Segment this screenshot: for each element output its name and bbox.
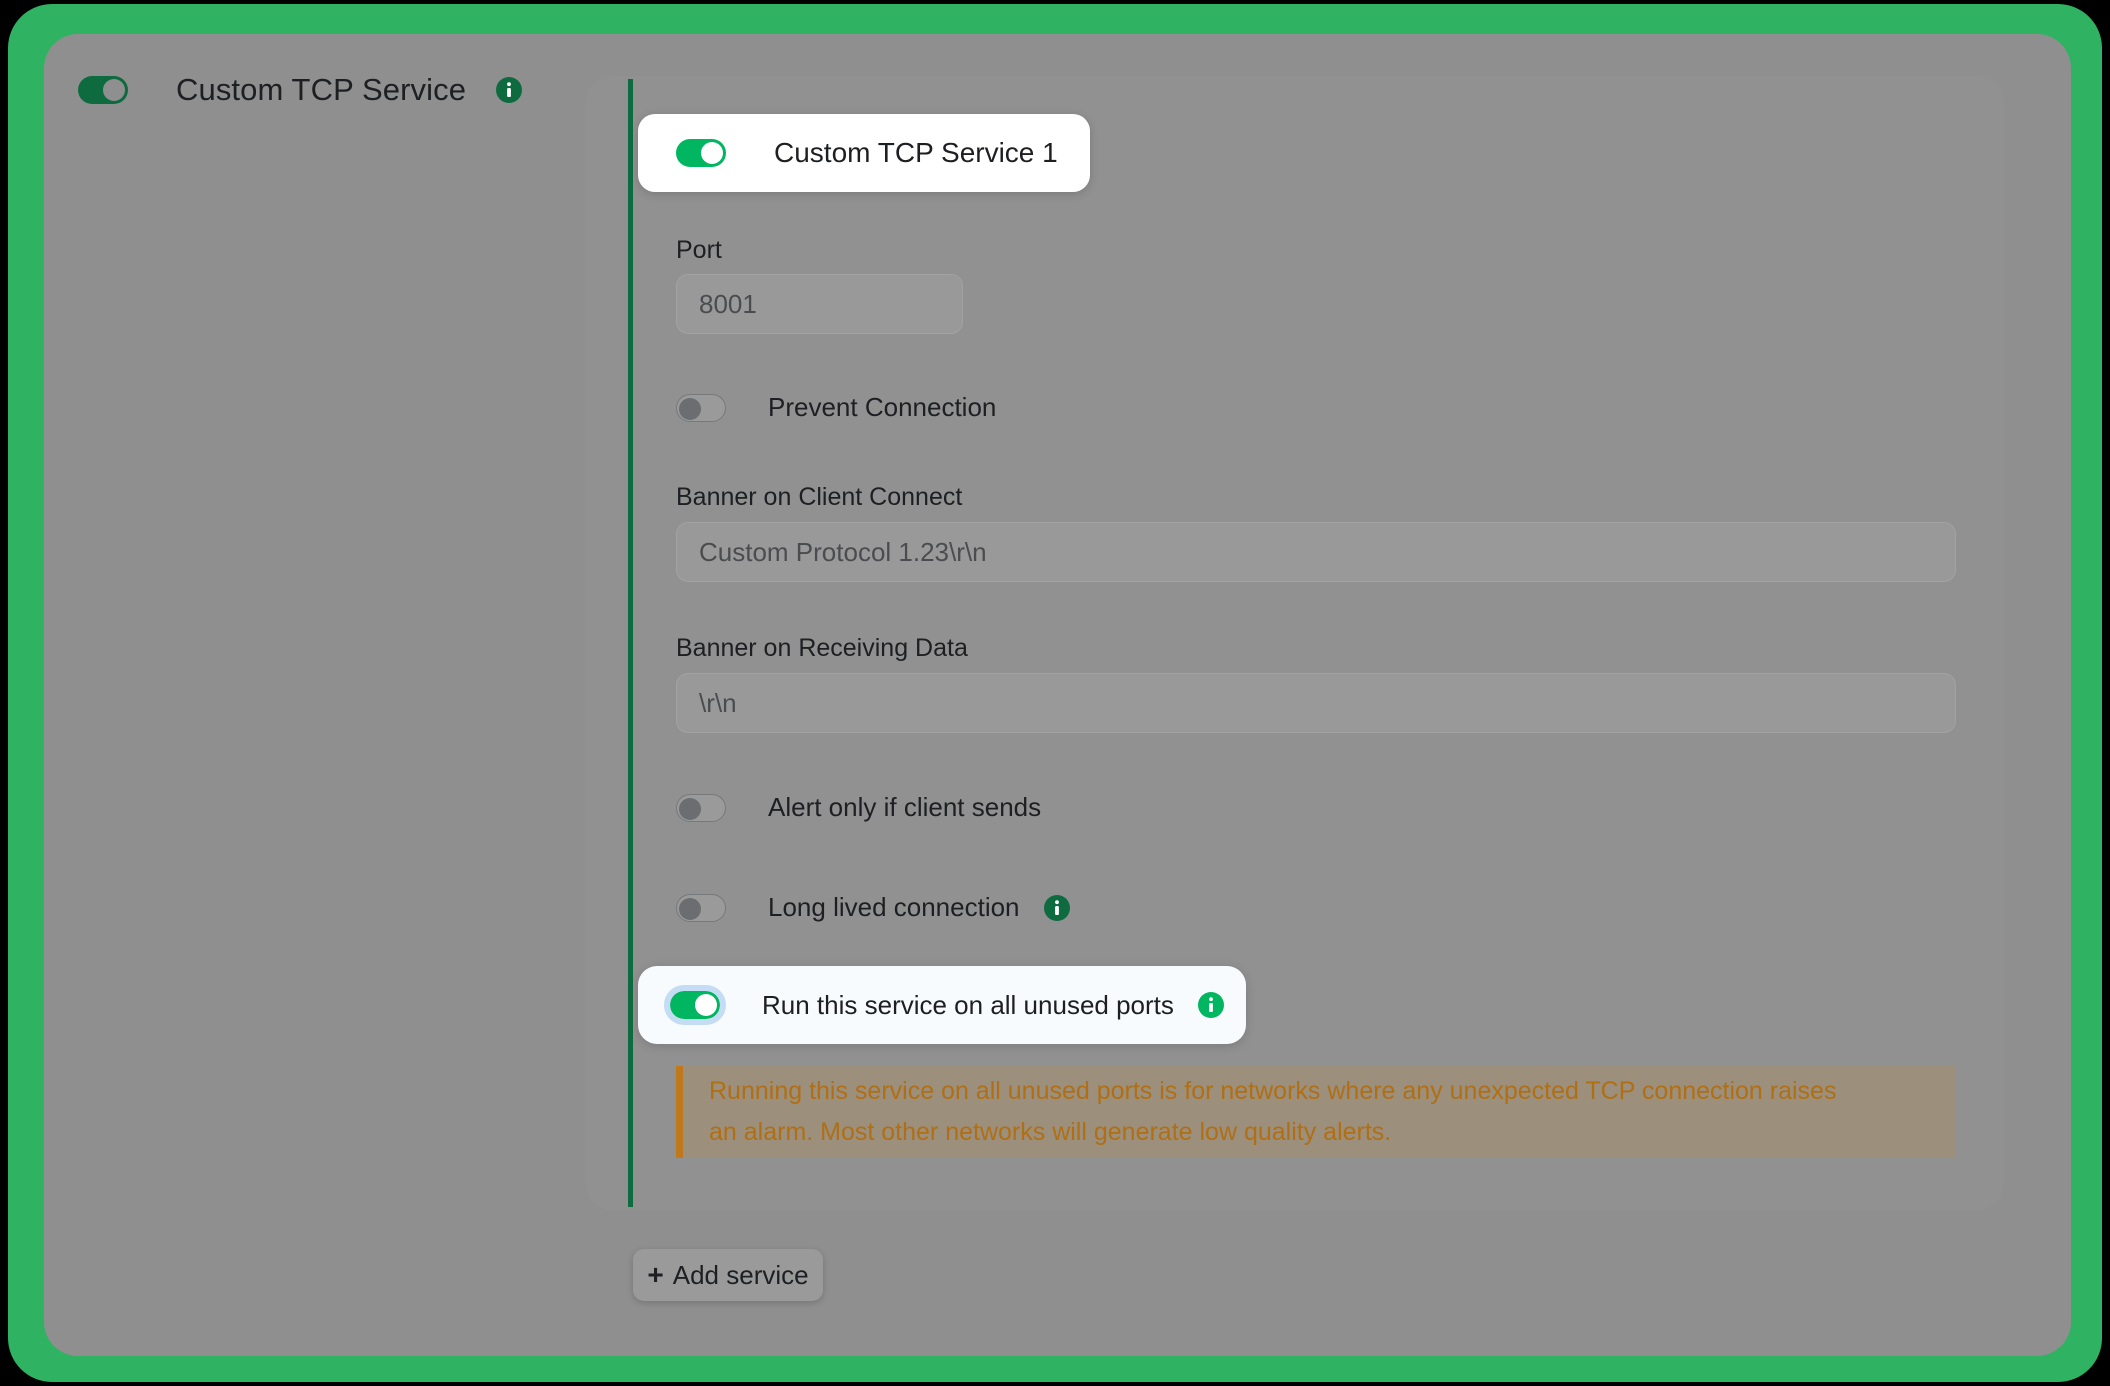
service-header-card[interactable]: Custom TCP Service 1: [638, 114, 1090, 192]
port-input[interactable]: 8001: [676, 274, 963, 334]
section-header: Custom TCP Service: [78, 72, 523, 108]
service-enable-toggle[interactable]: [676, 139, 726, 167]
alert-only-if-client-sends-label: Alert only if client sends: [768, 792, 1042, 822]
custom-tcp-service-master-toggle[interactable]: [78, 76, 128, 104]
toggle-knob: [679, 897, 701, 920]
info-icon[interactable]: [1043, 894, 1070, 921]
plus-icon: +: [647, 1259, 664, 1290]
long-lived-connection-label: Long lived connection: [768, 892, 1020, 922]
add-service-button[interactable]: + Add service: [633, 1249, 823, 1301]
long-lived-connection-row[interactable]: Long lived connection: [676, 892, 1070, 923]
toggle-knob: [695, 994, 717, 1016]
prevent-connection-toggle[interactable]: [676, 393, 726, 422]
toggle-knob: [679, 797, 701, 820]
warning-line-1: Running this service on all unused ports…: [709, 1077, 1837, 1105]
service-accent-bar: [628, 79, 633, 1207]
port-label: Port: [676, 236, 722, 264]
toggle-knob: [701, 142, 723, 164]
info-icon[interactable]: [496, 77, 523, 103]
long-lived-connection-toggle[interactable]: [676, 893, 726, 922]
banner-receiving-data-input[interactable]: \r\n: [676, 673, 1956, 733]
info-icon[interactable]: [1197, 992, 1224, 1018]
banner-client-connect-input[interactable]: Custom Protocol 1.23\r\n: [676, 522, 1956, 582]
alert-only-if-client-sends-toggle[interactable]: [676, 793, 726, 822]
app-frame: Custom TCP Service Custom TCP Service 1 …: [8, 4, 2102, 1382]
toggle-knob: [103, 79, 125, 101]
run-on-all-unused-ports-toggle[interactable]: [664, 985, 726, 1025]
banner-receiving-data-label: Banner on Receiving Data: [676, 634, 968, 662]
service-name-label: Custom TCP Service 1: [774, 137, 1058, 168]
run-on-all-unused-ports-label: Run this service on all unused ports: [762, 989, 1174, 1020]
warning-callout: Running this service on all unused ports…: [676, 1066, 1956, 1158]
warning-line-2: an alarm. Most other networks will gener…: [709, 1118, 1392, 1146]
banner-receiving-data-value: \r\n: [699, 687, 737, 718]
alert-only-if-client-sends-row[interactable]: Alert only if client sends: [676, 792, 1041, 823]
banner-client-connect-value: Custom Protocol 1.23\r\n: [699, 536, 987, 567]
banner-client-connect-label: Banner on Client Connect: [676, 483, 963, 511]
add-service-button-label: Add service: [672, 1259, 809, 1290]
prevent-connection-row[interactable]: Prevent Connection: [676, 392, 996, 423]
port-input-value: 8001: [699, 288, 757, 319]
toggle-knob: [679, 397, 701, 420]
prevent-connection-label: Prevent Connection: [768, 392, 997, 422]
run-on-all-unused-ports-row[interactable]: Run this service on all unused ports: [638, 966, 1246, 1044]
page-title: Custom TCP Service: [176, 72, 467, 107]
